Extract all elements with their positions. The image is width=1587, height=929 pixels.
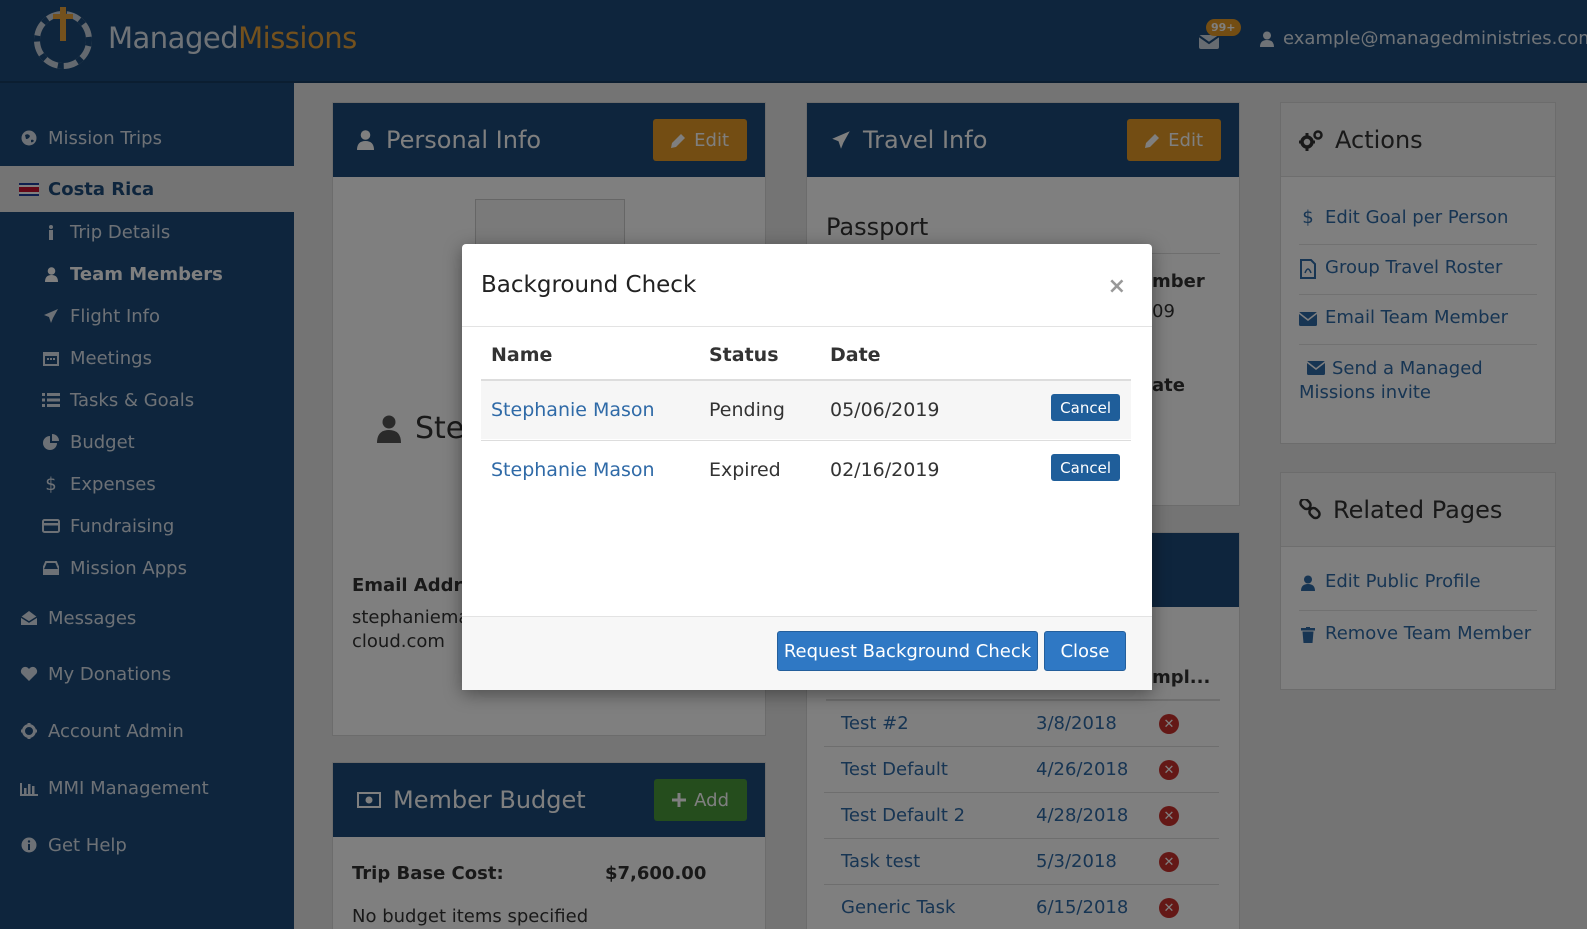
column-header-date: Date xyxy=(830,344,881,366)
member-name-link[interactable]: Stephanie Mason xyxy=(491,459,655,481)
cancel-button[interactable]: Cancel xyxy=(1051,454,1120,481)
date-value: 05/06/2019 xyxy=(830,399,940,421)
date-value: 02/16/2019 xyxy=(830,459,940,481)
modal-close-x-button[interactable]: × xyxy=(1108,274,1126,299)
request-background-check-button[interactable]: Request Background Check xyxy=(777,631,1038,671)
table-row: Stephanie Mason Pending 05/06/2019 Cance… xyxy=(481,379,1131,439)
table-row: Stephanie Mason Expired 02/16/2019 Cance… xyxy=(481,440,1131,500)
status-value: Pending xyxy=(709,399,785,421)
modal-footer: Request Background Check Close xyxy=(462,616,1152,690)
modal-title: Background Check xyxy=(481,272,697,298)
background-check-modal: Background Check × Name Status Date Step… xyxy=(462,244,1152,690)
cancel-button[interactable]: Cancel xyxy=(1051,394,1120,421)
close-button[interactable]: Close xyxy=(1044,631,1126,671)
modal-header: Background Check × xyxy=(462,244,1152,327)
member-name-link[interactable]: Stephanie Mason xyxy=(491,399,655,421)
status-value: Expired xyxy=(709,459,781,481)
column-header-status: Status xyxy=(709,344,779,366)
column-header-name: Name xyxy=(491,344,553,366)
